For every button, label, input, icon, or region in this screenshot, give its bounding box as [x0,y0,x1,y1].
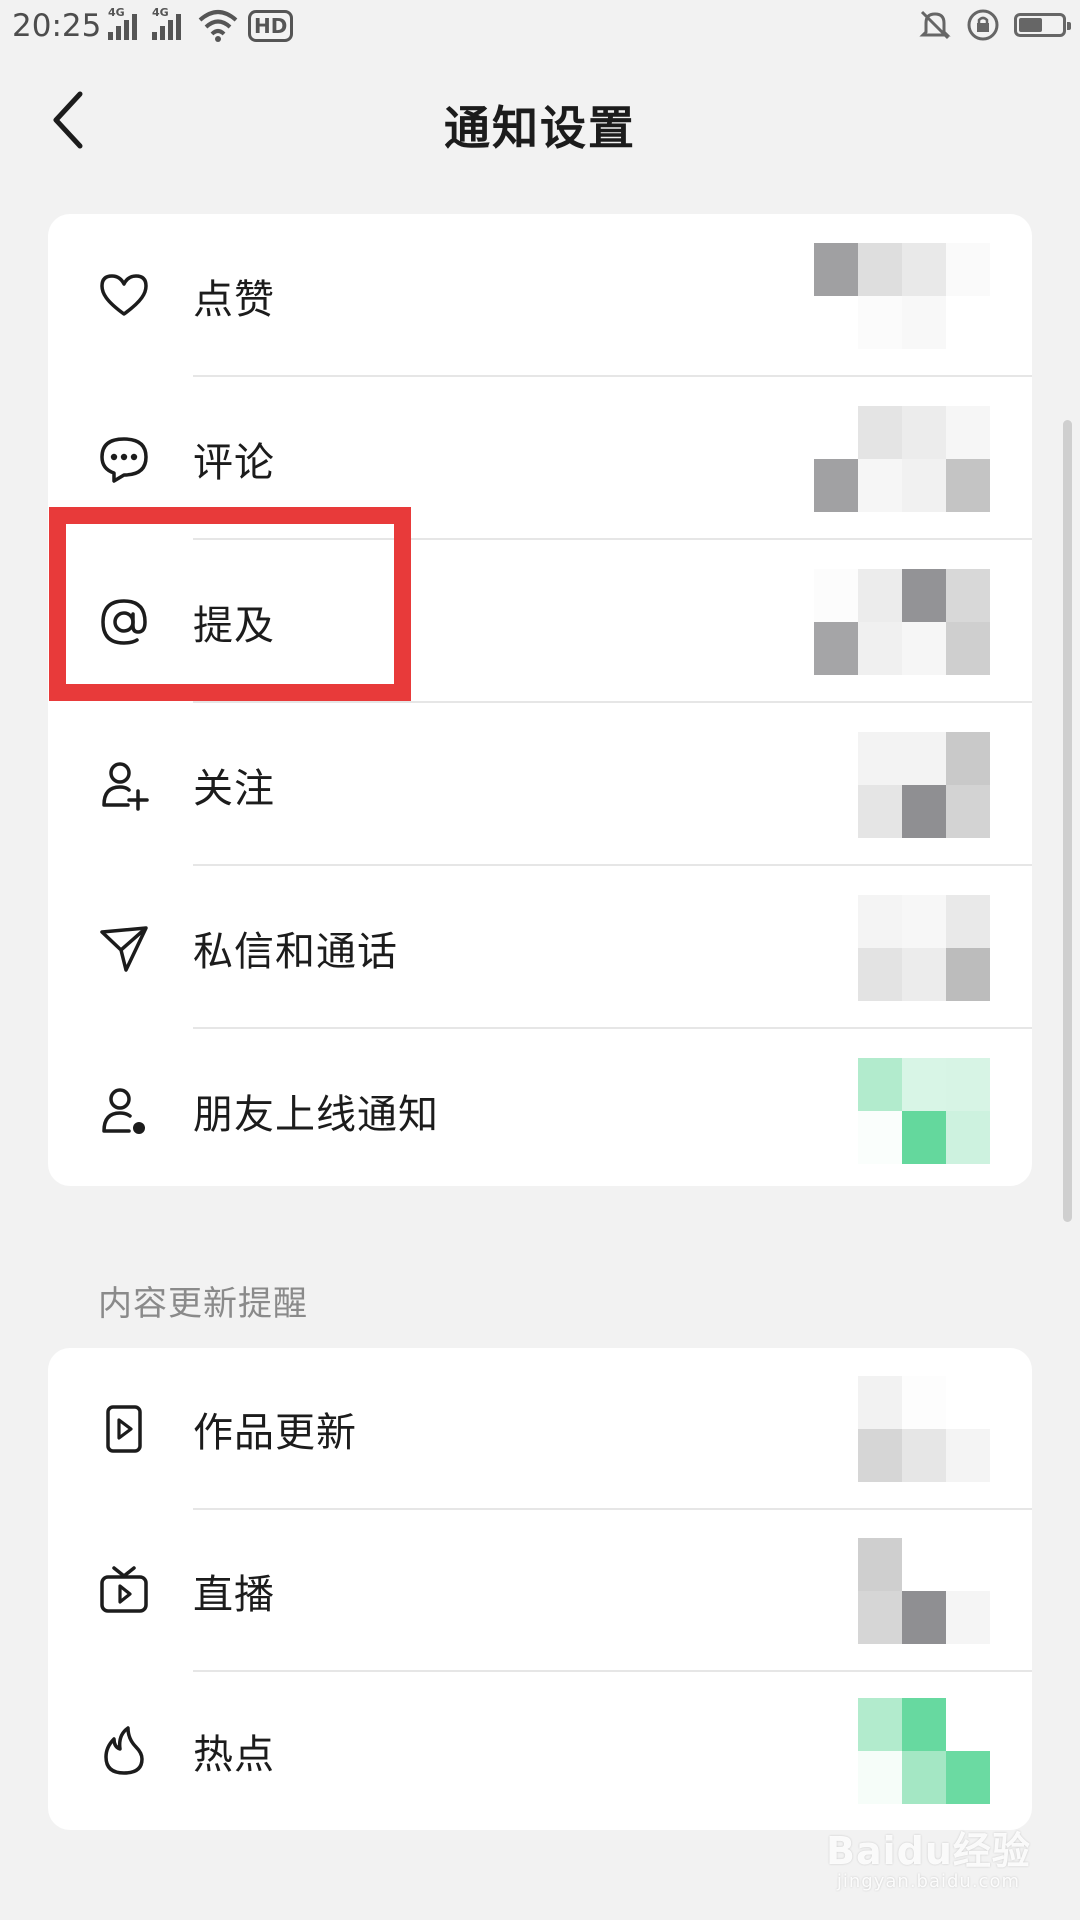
toggle-switch[interactable] [814,894,990,1001]
setting-label: 热点 [193,1732,275,1778]
tv-icon [96,1563,152,1619]
signal-type-label: 4G [108,6,125,19]
signal-icon: 4G [108,6,137,40]
setting-label: 评论 [193,439,275,486]
watermark-url: jingyan.baidu.com [836,1871,1020,1892]
user-plus-icon [96,757,152,813]
toggle-switch[interactable] [814,1698,990,1804]
setting-row-follows[interactable]: 关注 [48,703,1032,866]
setting-row-likes[interactable]: 点赞 [48,214,1032,377]
setting-label: 直播 [193,1572,275,1618]
toggle-switch[interactable] [814,242,990,349]
video-icon [96,1401,152,1457]
bell-muted-icon [919,10,951,40]
user-online-icon [96,1083,152,1139]
setting-row-live[interactable]: 直播 [48,1510,1032,1672]
toggle-switch[interactable] [814,1376,990,1482]
scrollbar[interactable] [1063,420,1072,1222]
wifi-icon [198,10,238,42]
heart-icon [96,268,152,324]
setting-label: 朋友上线通知 [193,1091,439,1138]
setting-row-messages-calls[interactable]: 私信和通话 [48,866,1032,1029]
chat-bubble-icon [96,431,152,487]
send-icon [96,920,152,976]
toggle-switch[interactable] [814,405,990,512]
setting-row-friends-online[interactable]: 朋友上线通知 [48,1029,1032,1186]
watermark-brand: Baidu经验 [826,1829,1031,1873]
toggle-switch[interactable] [814,568,990,675]
rotation-lock-icon [967,9,999,41]
setting-row-trending[interactable]: 热点 [48,1672,1032,1830]
content-update-card: 作品更新 直播 热点 [48,1348,1032,1830]
setting-row-works-update[interactable]: 作品更新 [48,1348,1032,1510]
battery-icon [1014,13,1071,37]
signal-type-label: 4G [152,6,169,19]
flame-icon [96,1723,152,1779]
toggle-switch[interactable] [814,1538,990,1644]
toggle-switch[interactable] [814,731,990,838]
page-title: 通知设置 [444,101,636,155]
watermark: Baidu经验 jingyan.baidu.com [826,1820,1031,1892]
setting-label: 点赞 [193,276,275,323]
signal-icon: 4G [152,6,181,40]
setting-label: 私信和通话 [193,928,398,975]
hd-badge: HD [248,10,294,42]
status-time: 20:25 [12,8,102,44]
toggle-switch[interactable] [814,1057,990,1164]
section-title: 内容更新提醒 [98,1284,308,1324]
setting-label: 作品更新 [193,1410,357,1456]
highlight-box [49,507,411,701]
status-bar: 20:25 4G 4G HD [0,0,1080,56]
setting-label: 关注 [193,765,275,812]
